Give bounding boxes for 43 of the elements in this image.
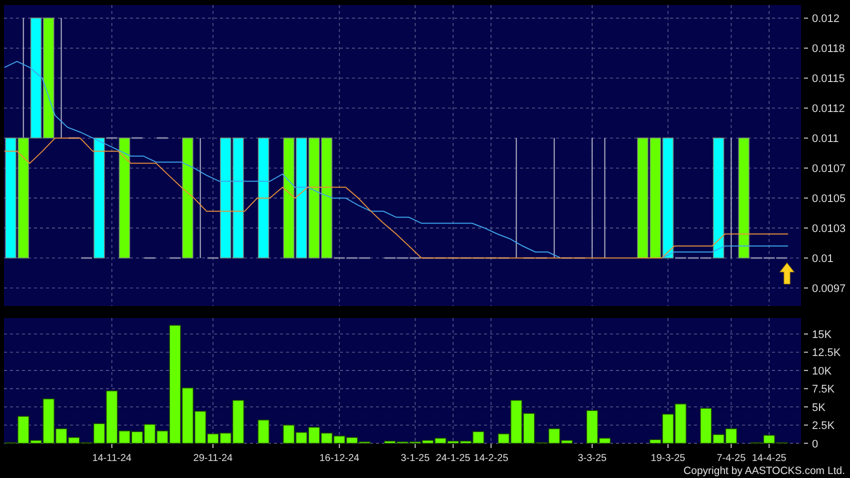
axis-label: 0.0105 <box>812 193 846 206</box>
volume-bar <box>333 436 346 444</box>
axis-label: 0.0097 <box>812 283 846 295</box>
candlestick <box>144 257 156 259</box>
axis-label: 0.012 <box>812 13 840 26</box>
candlestick <box>207 257 218 259</box>
date-label: 14-11-24 <box>92 453 132 463</box>
volume-bar <box>258 420 270 444</box>
date-label: 29-11-24 <box>193 453 233 463</box>
axis-label: 0.011 <box>812 133 839 146</box>
copyright-text: Copyright by AASTOCKS.com Ltd. <box>684 464 845 476</box>
date-label: 3-3-25 <box>578 453 607 463</box>
axis-label: 0.01 <box>812 253 834 266</box>
candlestick <box>346 257 358 259</box>
candlestick <box>574 257 586 259</box>
axis-label: 12.5K <box>812 347 841 360</box>
candlestick <box>68 137 80 139</box>
axis-label: 0.0115 <box>812 73 845 86</box>
candlestick <box>523 257 534 259</box>
date-label: 14-2-25 <box>474 453 508 463</box>
candlestick <box>156 137 168 139</box>
date-label: 24-1-25 <box>436 453 470 463</box>
candlestick <box>561 257 572 259</box>
axis-label: 0.0103 <box>812 223 846 236</box>
candlestick <box>536 257 548 259</box>
date-label: 16-12-24 <box>319 453 360 463</box>
axis-label: 15K <box>812 329 832 342</box>
axis-label: 7.5K <box>812 384 835 396</box>
date-label: 19-3-25 <box>650 453 686 463</box>
axis-label: 5K <box>812 402 826 414</box>
date-label: 7-4-25 <box>716 453 746 463</box>
axis-label: 0.0118 <box>812 43 845 56</box>
axis-label: 0.0112 <box>812 103 845 116</box>
axis-label: 0 <box>812 438 818 450</box>
axis-label: 10K <box>812 365 832 378</box>
date-label: 14-4-25 <box>752 453 786 463</box>
axis-label: 0.0107 <box>812 163 846 176</box>
candlestick <box>384 257 396 259</box>
axis-label: 2.5K <box>812 420 835 432</box>
candlestick <box>359 257 370 259</box>
date-label: 3-1-25 <box>400 453 430 463</box>
up-arrow-icon <box>779 262 795 284</box>
volume-bar <box>674 404 687 444</box>
